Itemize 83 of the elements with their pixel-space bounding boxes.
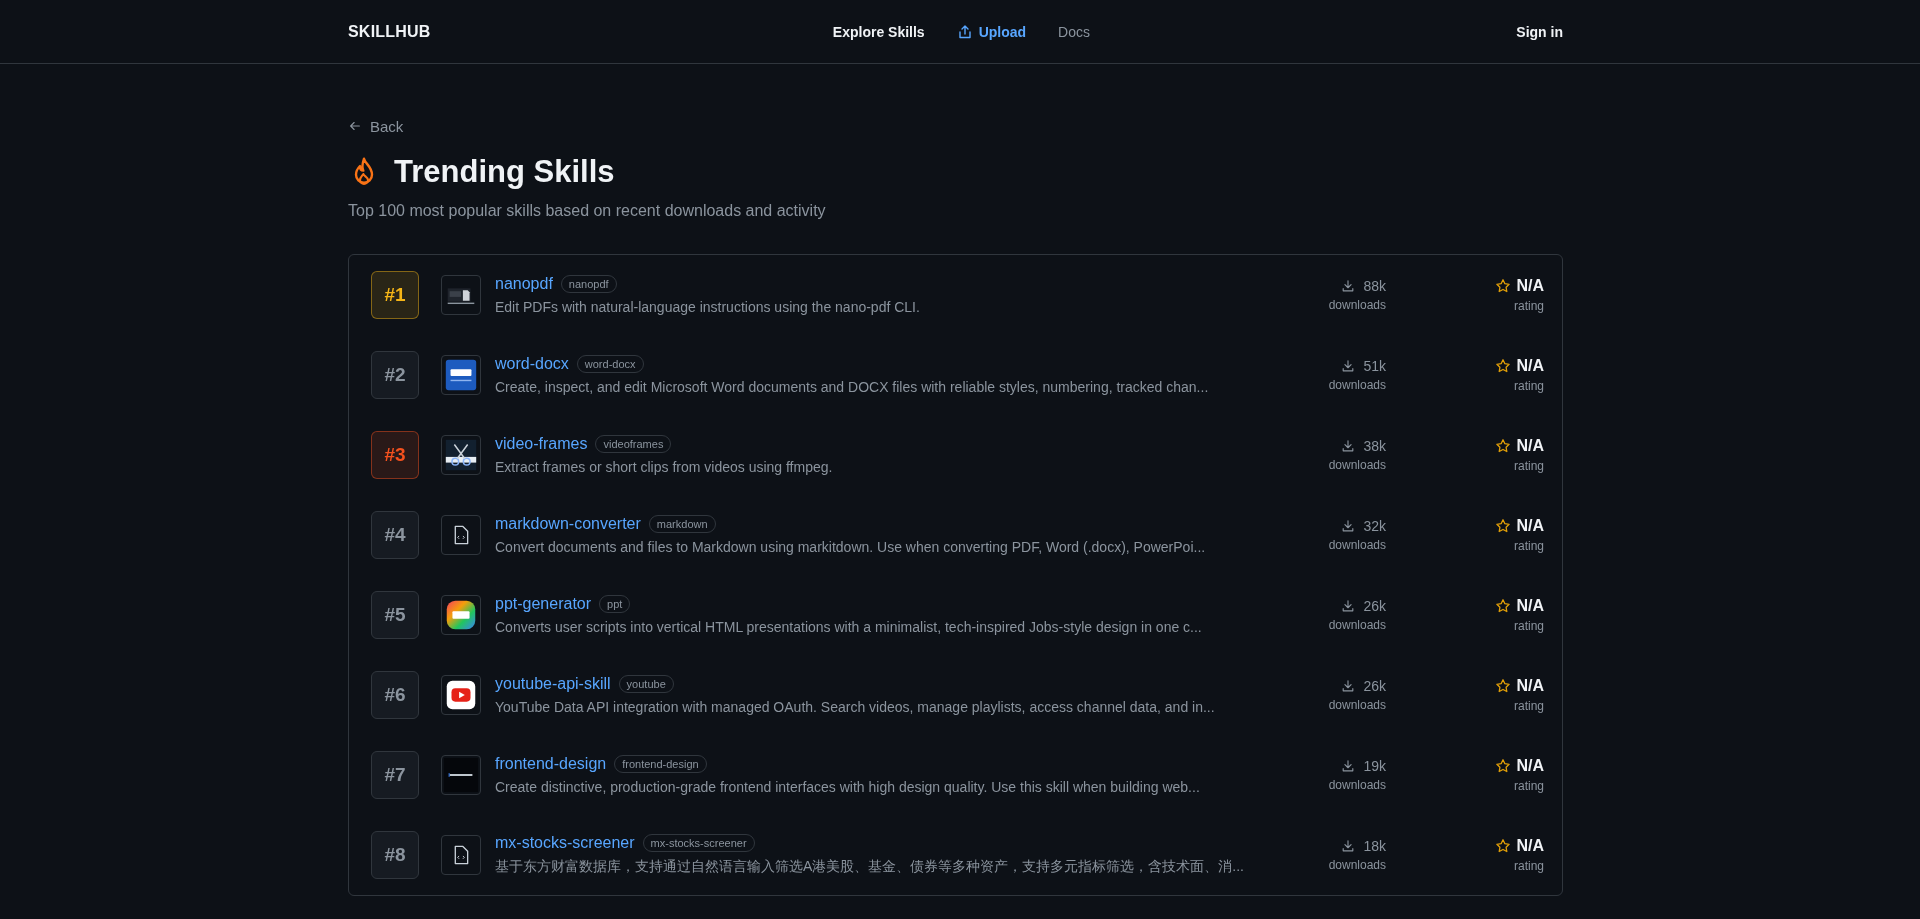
- star-icon: [1495, 678, 1512, 694]
- download-count: 26k: [1363, 678, 1386, 694]
- skill-description: Extract frames or short clips from videos using ffmpeg.: [495, 459, 834, 475]
- rating-value: N/A: [1516, 357, 1544, 375]
- rating-label: rating: [1513, 779, 1544, 793]
- page-title: Trending Skills: [394, 153, 615, 191]
- skill-description: YouTube Data API integration with managed OAuth. Search videos, manage playlists, access channel data, and in...: [495, 699, 1216, 715]
- rank-badge: #6: [371, 671, 419, 719]
- back-link[interactable]: Back: [348, 116, 404, 136]
- skill-name-link[interactable]: video-frames: [495, 435, 588, 453]
- star-icon: [1495, 838, 1512, 854]
- download-icon: [1341, 519, 1356, 533]
- download-count: 88k: [1363, 278, 1386, 294]
- download-count: 51k: [1363, 358, 1386, 374]
- rating-label: rating: [1513, 699, 1544, 713]
- star-icon: [1495, 438, 1512, 454]
- rating-label: rating: [1513, 459, 1544, 473]
- rating-value: N/A: [1516, 277, 1544, 295]
- skill-name-link[interactable]: nanopdf: [495, 275, 553, 293]
- rating-label: rating: [1513, 859, 1544, 873]
- star-icon: [1495, 358, 1512, 374]
- skill-name-link[interactable]: youtube-api-skill: [495, 675, 611, 693]
- star-icon: [1495, 518, 1512, 534]
- rating-label: rating: [1513, 299, 1544, 313]
- skill-description: Convert documents and files to Markdown using markitdown. Use when converting PDF, Word (.docx), PowerPoi...: [495, 539, 1207, 555]
- rank-badge: #1: [371, 271, 419, 319]
- skill-description: 基于东方财富数据库，支持通过自然语言输入筛选A港美股、基金、债券等多种资产，支持多元指标筛选，含技术面、消...: [495, 858, 1245, 876]
- skill-name-link[interactable]: mx-stocks-screener: [495, 834, 635, 852]
- arrow-left-icon: [348, 119, 362, 133]
- skill-name-link[interactable]: ppt-generator: [495, 595, 592, 613]
- download-count: 38k: [1363, 438, 1386, 454]
- star-icon: [1495, 598, 1512, 614]
- skill-name-link[interactable]: markdown-converter: [495, 515, 641, 533]
- downloads-label: downloads: [1328, 698, 1386, 712]
- logo[interactable]: SKILLHUB: [348, 22, 431, 41]
- download-icon: [1341, 279, 1356, 293]
- download-icon: [1341, 759, 1356, 773]
- page-subtitle: Top 100 most popular skills based on recent downloads and activity: [348, 201, 827, 221]
- star-icon: [1495, 278, 1512, 294]
- download-icon: [1341, 679, 1356, 693]
- download-count: 32k: [1363, 518, 1386, 534]
- rating-value: N/A: [1516, 597, 1544, 615]
- star-icon: [1495, 758, 1512, 774]
- downloads-label: downloads: [1328, 378, 1386, 392]
- nav-link[interactable]: Explore Skills: [832, 23, 925, 40]
- rank-badge: #4: [371, 511, 419, 559]
- download-icon: [1341, 599, 1356, 613]
- skill-description: Converts user scripts into vertical HTML presentations with a minimalist, tech-inspired Jobs-style design in one c...: [495, 619, 1203, 635]
- rating-value: N/A: [1516, 837, 1544, 855]
- download-icon: [1341, 439, 1356, 453]
- rank-badge: #8: [371, 831, 419, 879]
- nav-link[interactable]: Docs: [1058, 23, 1090, 40]
- rank-badge: #2: [371, 351, 419, 399]
- rank-badge: #7: [371, 751, 419, 799]
- skill-name-link[interactable]: frontend-design: [495, 755, 607, 773]
- banner-icon: [442, 756, 480, 794]
- skill-description: Create distinctive, production-grade frontend interfaces with high design quality. Use this skill when building web...: [495, 779, 1201, 795]
- skill-description: Edit PDFs with natural-language instructions using the nano-pdf CLI.: [495, 299, 921, 315]
- rating-label: rating: [1513, 619, 1544, 633]
- rank-badge: #5: [371, 591, 419, 639]
- downloads-label: downloads: [1328, 618, 1386, 632]
- upload-icon: [956, 23, 973, 40]
- rating-value: N/A: [1516, 517, 1544, 535]
- rank-badge: #3: [371, 431, 419, 479]
- skill-name-link[interactable]: word-docx: [495, 355, 569, 373]
- rating-label: rating: [1513, 539, 1544, 553]
- sign-in-link[interactable]: Sign in: [1516, 23, 1563, 40]
- downloads-label: downloads: [1328, 458, 1386, 472]
- rating-label: rating: [1513, 379, 1544, 393]
- download-count: 19k: [1363, 758, 1386, 774]
- download-icon: [1341, 359, 1356, 373]
- rating-value: N/A: [1516, 757, 1544, 775]
- downloads-label: downloads: [1328, 778, 1386, 792]
- downloads-label: downloads: [1328, 298, 1386, 312]
- rating-value: N/A: [1516, 677, 1544, 695]
- skill-description: Create, inspect, and edit Microsoft Word documents and DOCX files with reliable styles, numbering, tracked chan...: [495, 379, 1210, 395]
- downloads-label: downloads: [1328, 538, 1386, 552]
- nav-link[interactable]: Upload: [956, 23, 1027, 40]
- download-count: 26k: [1363, 598, 1386, 614]
- rating-value: N/A: [1516, 437, 1544, 455]
- downloads-label: downloads: [1328, 858, 1386, 872]
- download-count: 18k: [1363, 838, 1386, 854]
- download-icon: [1341, 839, 1356, 853]
